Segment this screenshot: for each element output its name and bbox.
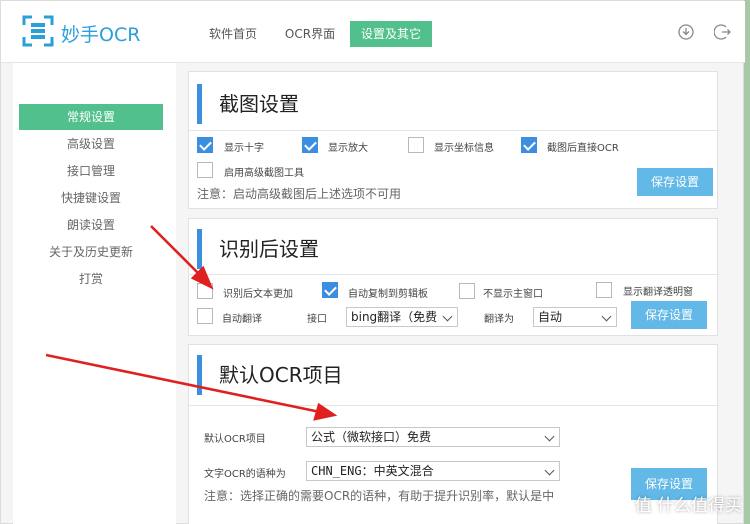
direct-ocr-label: 截图后直接OCR (547, 143, 619, 154)
show-magnifier-label: 显示放大 (328, 143, 368, 154)
translate-to-select-value: 自动 (538, 310, 563, 324)
show-crosshair-checkbox[interactable] (197, 137, 213, 153)
tab-home[interactable]: 软件首页 (195, 21, 271, 47)
translate-to-label: 翻译为 (484, 314, 514, 325)
sidebar-item-reading[interactable]: 朗读设置 (19, 212, 163, 238)
interface-select[interactable]: bing翻译（免费 (346, 307, 458, 327)
chevron-down-icon (601, 311, 612, 322)
show-coords-label: 显示坐标信息 (434, 143, 494, 154)
show-magnifier-checkbox[interactable] (302, 137, 318, 153)
settings-sidebar: 常规设置 高级设置 接口管理 快捷键设置 朗读设置 关于及历史更新 打赏 (13, 63, 176, 524)
post-ocr-settings-title: 识别后设置 (197, 229, 319, 269)
ocr-project-select[interactable]: 公式（微软接口）免费 (306, 427, 560, 447)
chevron-down-icon (442, 311, 453, 322)
hide-main-window-checkbox[interactable] (459, 283, 475, 299)
show-crosshair-label: 显示十字 (224, 143, 264, 154)
screenshot-save-button[interactable]: 保存设置 (637, 168, 713, 196)
auto-translate-checkbox[interactable] (197, 308, 213, 324)
tab-ocr[interactable]: OCR界面 (271, 21, 349, 47)
sidebar-item-hotkeys[interactable]: 快捷键设置 (19, 185, 163, 211)
download-icon[interactable] (677, 23, 695, 41)
hide-main-window-label: 不显示主窗口 (483, 289, 543, 300)
ocr-project-label: 默认OCR项目 (204, 434, 266, 445)
post-ocr-settings-panel: 识别后设置 识别后文本更加 自动复制到剪辑板 不显示主窗口 显示翻译透明窗 自动… (188, 218, 719, 336)
ocr-lang-select[interactable]: CHN_ENG：中英文混合 (306, 461, 560, 481)
sidebar-item-advanced[interactable]: 高级设置 (19, 131, 163, 157)
app-title: 妙手OCR (61, 24, 141, 46)
sidebar-item-interfaces[interactable]: 接口管理 (19, 158, 163, 184)
advanced-capture-label: 启用高级截图工具 (224, 168, 304, 179)
app-window: 妙手OCR 软件首页 OCR界面 设置及其它 常规设置 高级设置 接口管理 快捷… (0, 0, 745, 524)
append-text-checkbox[interactable] (197, 283, 213, 299)
divider (189, 274, 719, 275)
watermark: 值 什么值得买 (634, 496, 742, 516)
auto-translate-label: 自动翻译 (222, 314, 262, 325)
post-ocr-save-button[interactable]: 保存设置 (631, 301, 707, 329)
exit-icon[interactable] (714, 23, 732, 41)
translate-to-select[interactable]: 自动 (533, 307, 617, 327)
ocr-lang-label: 文字OCR的语种为 (204, 469, 286, 480)
screenshot-settings-panel: 截图设置 显示十字 显示放大 显示坐标信息 截图后直接OCR 启用高级截图工具 … (188, 71, 719, 209)
append-text-label: 识别后文本更加 (223, 289, 293, 300)
screenshot-settings-title: 截图设置 (197, 84, 299, 124)
auto-copy-checkbox[interactable] (322, 282, 338, 298)
tab-settings[interactable]: 设置及其它 (350, 21, 432, 47)
sidebar-item-about[interactable]: 关于及历史更新 (19, 239, 163, 265)
direct-ocr-checkbox[interactable] (521, 137, 537, 153)
translate-overlay-label: 显示翻译透明窗 (623, 287, 693, 298)
sidebar-item-general[interactable]: 常规设置 (19, 104, 163, 130)
divider (189, 130, 719, 131)
ocr-lang-select-value: CHN_ENG：中英文混合 (311, 464, 434, 478)
app-logo-icon (22, 15, 54, 47)
title-bar: 妙手OCR 软件首页 OCR界面 设置及其它 (1, 1, 745, 63)
sidebar-item-donate[interactable]: 打赏 (19, 266, 163, 292)
translate-overlay-checkbox[interactable] (596, 282, 612, 298)
interface-select-value: bing翻译（免费 (351, 310, 438, 324)
auto-copy-label: 自动复制到剪辑板 (348, 289, 428, 300)
ocr-lang-note: 注意：选择正确的需要OCR的语种，有助于提升识别率，默认是中 (204, 489, 555, 503)
chevron-down-icon (544, 465, 555, 476)
screenshot-note: 注意：启动高级截图后上述选项不可用 (197, 187, 402, 201)
advanced-capture-checkbox[interactable] (197, 162, 213, 178)
interface-label: 接口 (307, 314, 327, 325)
ocr-project-select-value: 公式（微软接口）免费 (311, 430, 432, 444)
default-ocr-title: 默认OCR项目 (197, 355, 343, 395)
divider (189, 405, 719, 406)
show-coords-checkbox[interactable] (408, 137, 424, 153)
chevron-down-icon (544, 431, 555, 442)
